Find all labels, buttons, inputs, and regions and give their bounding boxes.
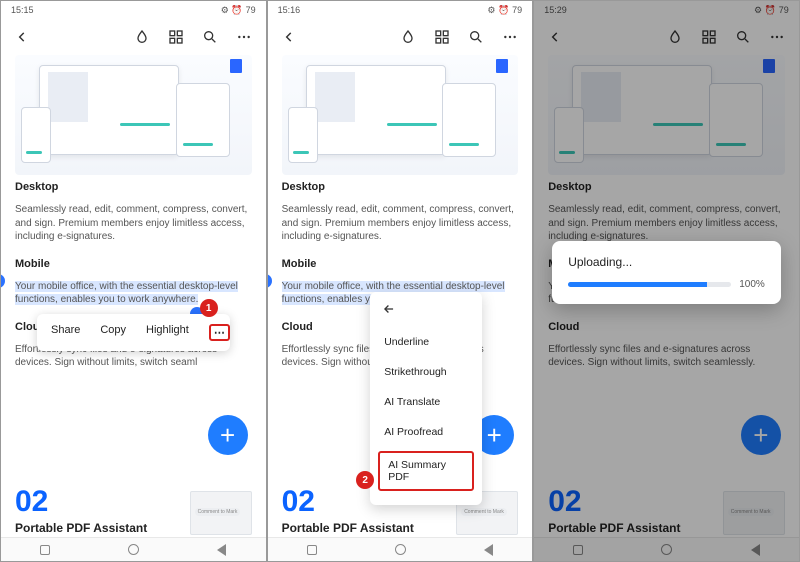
search-icon[interactable] xyxy=(468,29,484,45)
upload-label: Uploading... xyxy=(568,255,765,269)
home-button[interactable] xyxy=(128,544,139,555)
android-nav xyxy=(534,537,799,561)
page-footer: 02 Portable PDF Assistant xyxy=(1,487,266,535)
menu-ai-proofread[interactable]: AI Proofread xyxy=(370,417,482,447)
status-bar: 15:29 ⚙ ⏰ 79 xyxy=(534,1,799,19)
top-bar xyxy=(534,19,799,55)
mobile-text-selected[interactable]: Your mobile office, with the essential d… xyxy=(1,272,266,315)
hero-devices xyxy=(15,55,252,175)
hero-devices xyxy=(548,55,785,175)
cloud-text: Effortlessly sync files and e-signatures… xyxy=(534,335,799,378)
more-icon[interactable] xyxy=(769,29,785,45)
upload-progress xyxy=(568,282,731,287)
recents-button[interactable] xyxy=(40,545,50,555)
share-action[interactable]: Share xyxy=(51,324,80,341)
menu-strikethrough[interactable]: Strikethrough xyxy=(370,357,482,387)
context-menu: Underline Strikethrough AI Translate AI … xyxy=(370,292,482,505)
screen-2: 15:16 ⚙ ⏰ 79 Desktop Seamlessly read, ed… xyxy=(267,0,534,562)
back-button[interactable] xyxy=(751,544,760,556)
status-icons: ⚙ ⏰ 79 xyxy=(754,5,789,16)
back-button[interactable] xyxy=(217,544,226,556)
top-bar xyxy=(268,19,533,55)
cloud-heading: Cloud xyxy=(548,321,785,333)
home-button[interactable] xyxy=(395,544,406,555)
android-nav xyxy=(1,537,266,561)
home-button[interactable] xyxy=(661,544,672,555)
grid-icon[interactable] xyxy=(701,29,717,45)
mobile-heading: Mobile xyxy=(15,258,252,270)
search-icon[interactable] xyxy=(202,29,218,45)
clock: 15:15 xyxy=(11,5,34,15)
search-icon[interactable] xyxy=(735,29,751,45)
menu-underline[interactable]: Underline xyxy=(370,327,482,357)
desktop-text: Seamlessly read, edit, comment, compress… xyxy=(1,195,266,252)
menu-ai-translate[interactable]: AI Translate xyxy=(370,387,482,417)
more-icon[interactable] xyxy=(502,29,518,45)
recents-button[interactable] xyxy=(307,545,317,555)
page-title: Portable PDF Assistant xyxy=(548,521,785,535)
page-footer: 02 Portable PDF Assistant xyxy=(534,487,799,535)
back-button[interactable] xyxy=(484,544,493,556)
recents-button[interactable] xyxy=(573,545,583,555)
status-bar: 15:16 ⚙ ⏰ 79 xyxy=(268,1,533,19)
upload-dialog: Uploading... 100% xyxy=(552,241,781,304)
page-number: 02 xyxy=(548,487,785,517)
popover-more-button[interactable]: ⋯ xyxy=(209,324,230,341)
more-icon[interactable] xyxy=(236,29,252,45)
hero-devices xyxy=(282,55,519,175)
back-icon[interactable] xyxy=(282,30,296,44)
highlight-action[interactable]: Highlight xyxy=(146,324,189,341)
clock: 15:16 xyxy=(278,5,301,15)
screen-3: 15:29 ⚙ ⏰ 79 Desktop Seamlessly read, ed… xyxy=(533,0,800,562)
page-thumbnail[interactable] xyxy=(723,491,785,535)
menu-back-icon[interactable] xyxy=(370,302,482,327)
screen-1: 15:15 ⚙ ⏰ 79 Desktop Seamlessly read, ed… xyxy=(0,0,267,562)
step-badge-1: 1 xyxy=(200,299,218,317)
menu-ai-summary-pdf[interactable]: AI Summary PDF xyxy=(378,451,474,491)
text-selection-popover: Share Copy Highlight ⋯ xyxy=(37,314,230,351)
status-icons: ⚙ ⏰ 79 xyxy=(221,5,256,16)
mobile-heading: Mobile xyxy=(282,258,519,270)
back-icon[interactable] xyxy=(15,30,29,44)
grid-icon[interactable] xyxy=(434,29,450,45)
ink-icon[interactable] xyxy=(400,29,416,45)
desktop-heading: Desktop xyxy=(282,181,519,193)
back-icon[interactable] xyxy=(548,30,562,44)
desktop-heading: Desktop xyxy=(15,181,252,193)
ink-icon[interactable] xyxy=(134,29,150,45)
fab-add[interactable]: + xyxy=(208,415,248,455)
copy-action[interactable]: Copy xyxy=(100,324,126,341)
fab-add[interactable]: + xyxy=(741,415,781,455)
ink-icon[interactable] xyxy=(667,29,683,45)
top-bar xyxy=(1,19,266,55)
desktop-heading: Desktop xyxy=(548,181,785,193)
upload-percent: 100% xyxy=(739,279,765,290)
status-icons: ⚙ ⏰ 79 xyxy=(487,5,522,16)
page-thumbnail[interactable] xyxy=(190,491,252,535)
clock: 15:29 xyxy=(544,5,567,15)
android-nav xyxy=(268,537,533,561)
desktop-text: Seamlessly read, edit, comment, compress… xyxy=(268,195,533,252)
status-bar: 15:15 ⚙ ⏰ 79 xyxy=(1,1,266,19)
grid-icon[interactable] xyxy=(168,29,184,45)
